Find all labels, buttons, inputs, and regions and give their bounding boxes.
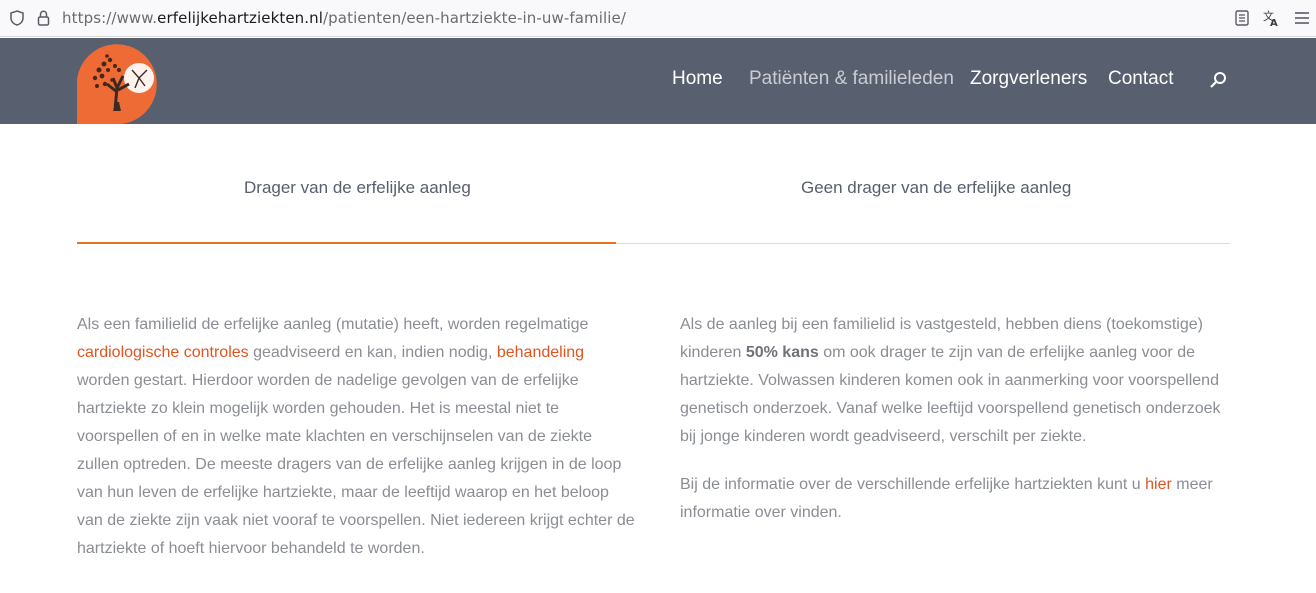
- link-cardiologische-controles[interactable]: cardiologische controles: [77, 344, 249, 361]
- shield-icon[interactable]: [10, 10, 24, 26]
- tab-geen-drager[interactable]: Geen drager van de erfelijke aanleg: [801, 178, 1071, 198]
- tab-active-indicator: [77, 242, 616, 244]
- drager-text-column: Als een familielid de erfelijke aanleg (…: [77, 311, 637, 563]
- lock-icon[interactable]: [37, 10, 50, 26]
- url-path: /patienten/een-hartziekte-in-uw-familie/: [323, 9, 626, 27]
- search-icon[interactable]: [1209, 71, 1227, 89]
- drager-paragraph: Als een familielid de erfelijke aanleg (…: [77, 311, 637, 563]
- geen-drager-text-column: Als de aanleg bij een familielid is vast…: [680, 311, 1236, 527]
- url-domain: erfelijkehartziekten.nl: [157, 9, 324, 27]
- translate-icon[interactable]: 文 A: [1262, 9, 1280, 27]
- nav-item-patienten[interactable]: Patiënten & familieleden: [749, 68, 954, 90]
- menu-icon[interactable]: [1294, 10, 1310, 26]
- nav-item-home[interactable]: Home: [672, 68, 723, 90]
- reader-view-icon[interactable]: [1235, 10, 1249, 26]
- text-segment: worden gestart. Hierdoor worden de nadel…: [77, 372, 635, 557]
- link-behandeling[interactable]: behandeling: [497, 344, 584, 361]
- svg-text:A: A: [1270, 18, 1278, 27]
- link-hier[interactable]: hier: [1145, 476, 1172, 493]
- url-prefix: https://www.: [62, 9, 158, 27]
- site-logo[interactable]: [77, 40, 161, 124]
- informatie-paragraph: Bij de informatie over de verschillende …: [680, 471, 1236, 527]
- site-header: Home Patiënten & familieleden Zorgverlen…: [0, 38, 1316, 124]
- url-text[interactable]: https://www.erfelijkehartziekten.nl/pati…: [62, 9, 626, 27]
- text-segment: Bij de informatie over de verschillende …: [680, 476, 1146, 493]
- tab-drager[interactable]: Drager van de erfelijke aanleg: [244, 178, 471, 198]
- kans-highlight: 50% kans: [745, 344, 819, 361]
- browser-url-bar[interactable]: https://www.erfelijkehartziekten.nl/pati…: [0, 0, 1316, 37]
- text-segment: Als een familielid de erfelijke aanleg (…: [77, 316, 589, 333]
- kinderen-paragraph: Als de aanleg bij een familielid is vast…: [680, 311, 1236, 451]
- text-segment: geadviseerd en kan, indien nodig,: [248, 344, 497, 361]
- nav-item-zorgverleners[interactable]: Zorgverleners: [970, 68, 1087, 90]
- nav-item-contact[interactable]: Contact: [1108, 68, 1173, 90]
